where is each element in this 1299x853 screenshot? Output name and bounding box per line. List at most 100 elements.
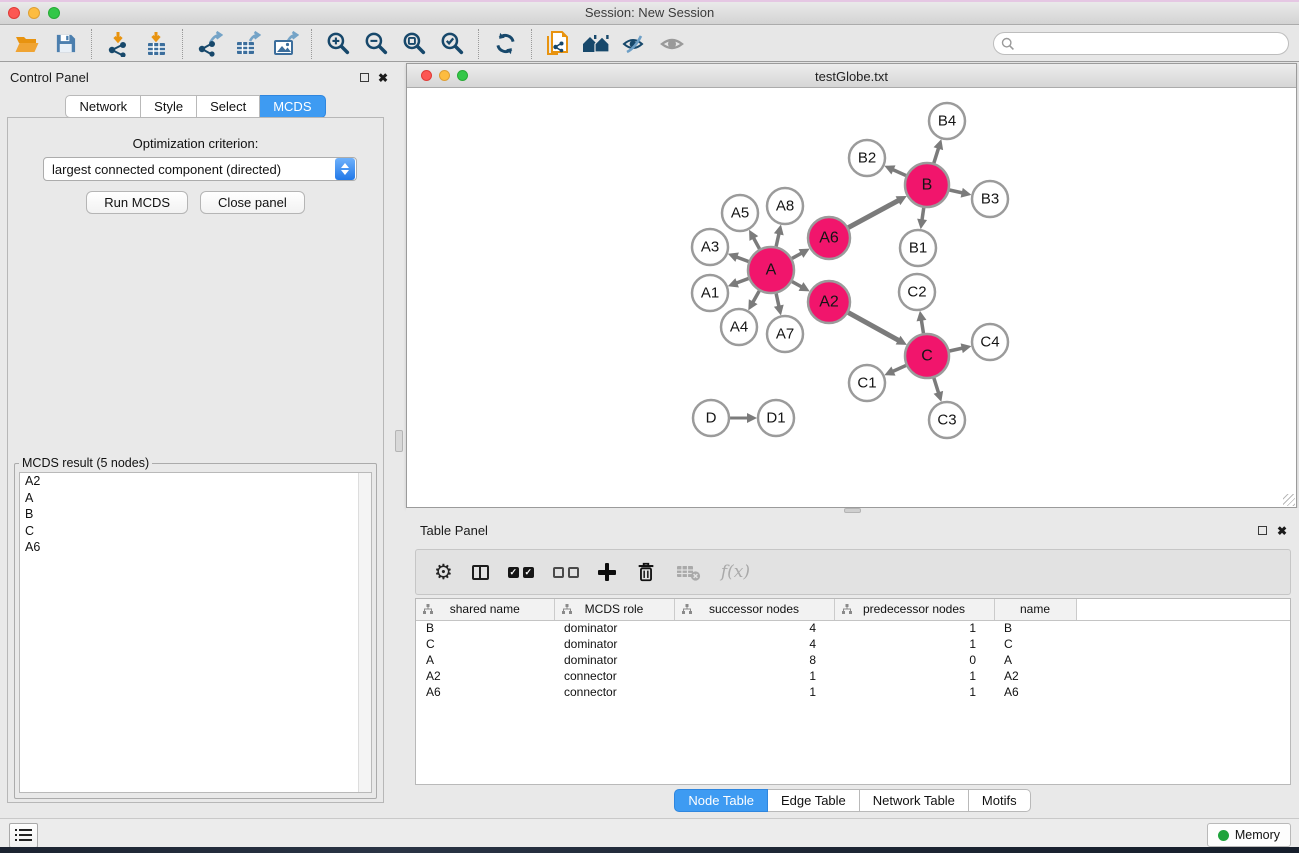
table-cell[interactable]: 1 (674, 668, 834, 684)
tab-network-table[interactable]: Network Table (860, 789, 969, 812)
mcds-result-list[interactable]: A2ABCA6 (19, 472, 372, 793)
new-network-from-selection-button[interactable] (539, 28, 577, 60)
table-cell[interactable]: A2 (994, 668, 1076, 684)
tab-network[interactable]: Network (65, 95, 141, 118)
column-header-name[interactable]: name (994, 599, 1076, 620)
open-session-button[interactable] (8, 28, 46, 60)
zoom-out-button[interactable] (357, 28, 395, 60)
toolbar-separator (531, 29, 532, 59)
network-window-titlebar[interactable]: testGlobe.txt (407, 64, 1296, 88)
search-icon (1001, 37, 1015, 51)
table-panel-tabs: Node Table Edge Table Network Table Moti… (406, 789, 1299, 813)
delete-table-button[interactable] (676, 561, 702, 583)
table-cell[interactable]: A6 (416, 684, 554, 700)
zoom-selected-button[interactable] (433, 28, 471, 60)
table-cell[interactable]: 4 (674, 636, 834, 652)
export-network-button[interactable] (190, 28, 228, 60)
delete-column-button[interactable] (635, 560, 657, 584)
table-cell[interactable]: connector (554, 684, 674, 700)
table-cell[interactable]: 1 (834, 636, 994, 652)
control-panel-tabs: Network Style Select MCDS (0, 95, 391, 118)
tab-mcds[interactable]: MCDS (260, 95, 325, 118)
hide-unhide-button[interactable] (615, 28, 653, 60)
zoom-selected-icon (440, 31, 465, 56)
close-table-panel-icon[interactable]: ✖ (1277, 524, 1287, 538)
tab-select[interactable]: Select (197, 95, 260, 118)
import-network-button[interactable] (99, 28, 137, 60)
tab-node-table[interactable]: Node Table (674, 789, 768, 812)
dropdown-stepper-icon[interactable] (335, 158, 355, 180)
add-column-button[interactable] (598, 563, 616, 581)
double-home-icon (582, 32, 610, 56)
memory-button[interactable]: Memory (1207, 823, 1291, 847)
graph-edge-A6-B[interactable] (848, 200, 900, 228)
task-history-button[interactable] (9, 823, 38, 848)
run-mcds-button[interactable]: Run MCDS (86, 191, 188, 214)
graph-node-label: D1 (766, 410, 785, 427)
mcds-result-item[interactable]: B (20, 506, 371, 523)
column-visibility-button[interactable] (472, 565, 489, 580)
mcds-list-scrollbar[interactable] (358, 473, 371, 792)
deselect-all-button[interactable] (553, 567, 579, 578)
table-cell[interactable]: dominator (554, 636, 674, 652)
table-cell[interactable]: 0 (834, 652, 994, 668)
export-table-button[interactable] (228, 28, 266, 60)
mcds-result-item[interactable]: A6 (20, 539, 371, 556)
table-cell[interactable]: 1 (834, 684, 994, 700)
table-cell[interactable]: A (994, 652, 1076, 668)
table-cell[interactable]: A (416, 652, 554, 668)
show-graphics-details-button[interactable] (653, 28, 691, 60)
function-builder-button[interactable]: f(x) (721, 562, 750, 582)
float-table-panel-icon[interactable] (1258, 526, 1267, 535)
table-cell[interactable]: dominator (554, 620, 674, 636)
save-session-button[interactable] (46, 28, 84, 60)
close-panel-icon[interactable]: ✖ (378, 71, 388, 85)
mcds-result-item[interactable]: A2 (20, 473, 371, 490)
refresh-button[interactable] (486, 28, 524, 60)
table-cell[interactable]: 4 (674, 620, 834, 636)
column-header-predecessor-nodes[interactable]: predecessor nodes (834, 599, 994, 620)
column-header-mcds-role[interactable]: MCDS role (554, 599, 674, 620)
column-header-successor-nodes[interactable]: successor nodes (674, 599, 834, 620)
tab-edge-table[interactable]: Edge Table (768, 789, 860, 812)
table-cell[interactable]: A6 (994, 684, 1076, 700)
table-cell[interactable]: connector (554, 668, 674, 684)
home-layout-button[interactable] (577, 28, 615, 60)
search-input[interactable] (1015, 37, 1265, 51)
table-cell[interactable]: B (416, 620, 554, 636)
network-canvas[interactable]: AA6A2BCA1A3A4A5A7A8B1B2B3B4C1C2C3C4DD1 (407, 88, 1296, 507)
import-table-button[interactable] (137, 28, 175, 60)
network-window-title: testGlobe.txt (407, 69, 1296, 84)
graph-edge-C-C3[interactable] (934, 378, 939, 395)
table-cell[interactable]: 1 (834, 668, 994, 684)
table-cell[interactable]: A2 (416, 668, 554, 684)
vertical-splitter-grip[interactable] (395, 430, 403, 452)
table-cell[interactable]: 8 (674, 652, 834, 668)
optimization-criterion-dropdown[interactable]: largest connected component (directed) (43, 157, 357, 181)
table-settings-button[interactable]: ⚙ (434, 562, 453, 583)
table-cell[interactable]: B (994, 620, 1076, 636)
graph-node-label: B4 (938, 113, 956, 130)
export-image-button[interactable] (266, 28, 304, 60)
graph-edge-B-B4[interactable] (934, 146, 939, 163)
window-resize-grip[interactable] (1283, 494, 1295, 506)
table-cell[interactable]: C (994, 636, 1076, 652)
close-panel-button[interactable]: Close panel (200, 191, 305, 214)
tab-motifs[interactable]: Motifs (969, 789, 1031, 812)
zoom-in-button[interactable] (319, 28, 357, 60)
tab-style[interactable]: Style (141, 95, 197, 118)
table-cell[interactable]: C (416, 636, 554, 652)
column-header-shared-name[interactable]: shared name (416, 599, 554, 620)
table-cell[interactable]: 1 (834, 620, 994, 636)
table-cell[interactable]: 1 (674, 684, 834, 700)
zoom-out-icon (364, 31, 389, 56)
search-field[interactable] (993, 32, 1289, 55)
mcds-result-item[interactable]: A (20, 490, 371, 507)
graph-edge-A2-C[interactable] (848, 313, 900, 342)
float-panel-icon[interactable] (360, 73, 369, 82)
zoom-fit-button[interactable] (395, 28, 433, 60)
mcds-result-item[interactable]: C (20, 523, 371, 540)
select-all-button[interactable]: ✓ ✓ (508, 567, 534, 578)
network-graph[interactable]: AA6A2BCA1A3A4A5A7A8B1B2B3B4C1C2C3C4DD1 (407, 88, 1296, 507)
table-cell[interactable]: dominator (554, 652, 674, 668)
